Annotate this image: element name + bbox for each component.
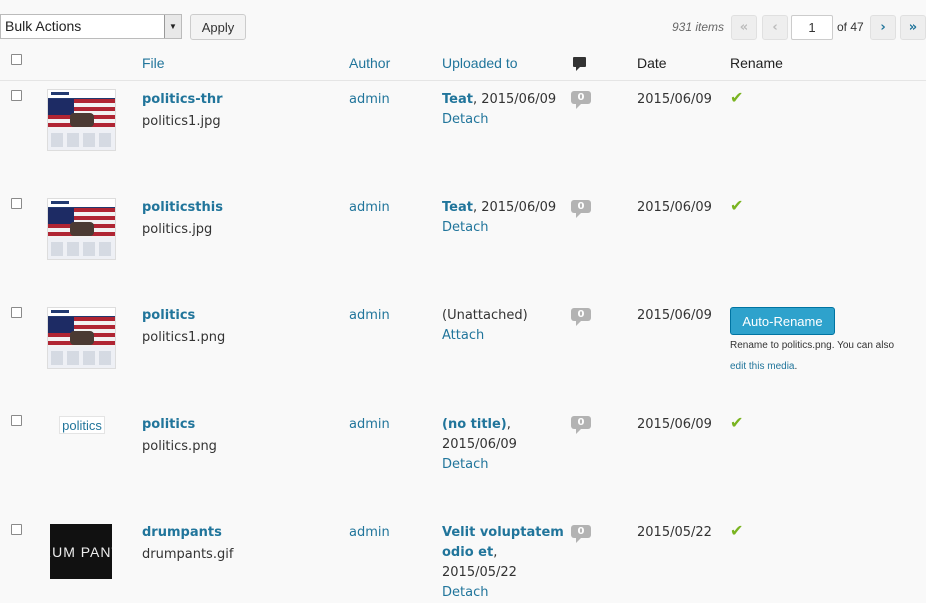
comment-icon[interactable] <box>573 57 586 71</box>
media-filename: drumpants.gif <box>142 547 234 562</box>
author-link[interactable]: admin <box>349 92 390 107</box>
row-checkbox[interactable] <box>11 415 22 426</box>
media-date: 2015/06/09 <box>637 200 712 215</box>
thumbnail-flag <box>48 317 115 347</box>
media-thumbnail-text[interactable]: politics <box>59 416 105 434</box>
parent-post-link[interactable]: Teat <box>442 92 473 107</box>
uploaded-date: , 2015/06/09 <box>472 92 557 107</box>
check-icon: ✔ <box>730 196 744 215</box>
media-thumbnail[interactable] <box>47 198 116 260</box>
row-checkbox[interactable] <box>11 524 22 535</box>
comment-count-badge[interactable]: 0 <box>571 308 591 326</box>
apply-button[interactable]: Apply <box>190 14 246 40</box>
parent-post-link[interactable]: (no title) <box>442 417 507 432</box>
table-header: File Author Uploaded to Date Rename <box>0 50 926 81</box>
media-filename: politics1.jpg <box>142 114 221 129</box>
column-uploaded-to[interactable]: Uploaded to <box>442 55 518 71</box>
prev-page-button[interactable]: ‹ <box>762 15 788 40</box>
media-date: 2015/06/09 <box>637 308 712 323</box>
uploaded-to-cell: (no title), 2015/06/09 Detach <box>442 415 567 475</box>
parent-post-link[interactable]: Velit voluptatem <box>442 525 564 540</box>
rename-note-text: Rename to politics.png. You can also <box>730 340 894 351</box>
bulk-actions-value: Bulk Actions <box>5 18 82 34</box>
last-page-button[interactable]: » <box>900 15 926 40</box>
media-title-link[interactable]: politics <box>142 417 195 432</box>
uploaded-suffix: , <box>506 417 511 432</box>
comment-count-badge[interactable]: 0 <box>571 200 591 218</box>
media-thumbnail[interactable]: RUM PANT <box>50 524 112 579</box>
rename-note-suffix: . <box>794 361 798 372</box>
thumbnail-header <box>48 199 115 208</box>
author-link[interactable]: admin <box>349 308 390 323</box>
uploaded-to-cell: Teat, 2015/06/09 Detach <box>442 198 567 238</box>
row-checkbox[interactable] <box>11 90 22 101</box>
check-icon: ✔ <box>730 88 744 107</box>
comment-count-badge[interactable]: 0 <box>571 91 591 109</box>
current-page-input[interactable]: 1 <box>791 15 833 40</box>
media-filename: politics.png <box>142 439 217 454</box>
check-icon: ✔ <box>730 413 744 432</box>
comment-count-badge[interactable]: 0 <box>571 525 591 543</box>
thumbnail-header <box>48 90 115 99</box>
author-link[interactable]: admin <box>349 525 390 540</box>
row-checkbox[interactable] <box>11 198 22 209</box>
thumbnail-header <box>48 308 115 317</box>
uploaded-to-cell: (Unattached) Attach <box>442 306 567 346</box>
thumbnail-flag <box>48 208 115 238</box>
first-page-button[interactable]: « <box>731 15 757 40</box>
detach-link[interactable]: Detach <box>442 112 488 127</box>
media-title-link[interactable]: politicsthis <box>142 200 223 215</box>
comment-count-badge[interactable]: 0 <box>571 416 591 434</box>
items-count: 931 items <box>672 20 725 34</box>
check-icon: ✔ <box>730 521 744 540</box>
thumbnail-footer <box>51 242 112 256</box>
rename-note: Rename to politics.png. You can also edi… <box>730 335 920 377</box>
thumbnail-flag <box>48 99 115 129</box>
attach-link[interactable]: Attach <box>442 328 484 343</box>
media-title-link[interactable]: politics <box>142 308 195 323</box>
edit-media-link[interactable]: edit this media <box>730 361 794 372</box>
next-page-button[interactable]: › <box>870 15 896 40</box>
author-link[interactable]: admin <box>349 200 390 215</box>
media-thumbnail[interactable] <box>47 89 116 151</box>
media-date: 2015/05/22 <box>637 525 712 540</box>
media-date: 2015/06/09 <box>637 92 712 107</box>
uploaded-date: , 2015/06/09 <box>472 200 557 215</box>
detach-link[interactable]: Detach <box>442 220 488 235</box>
media-thumbnail[interactable] <box>47 307 116 369</box>
select-all-checkbox[interactable] <box>11 54 22 65</box>
thumbnail-footer <box>51 133 112 147</box>
uploaded-to-cell: Teat, 2015/06/09 Detach <box>442 90 567 130</box>
column-date-label[interactable]: Date <box>637 55 667 71</box>
author-link[interactable]: admin <box>349 417 390 432</box>
column-rename: Rename <box>730 55 783 71</box>
parent-post-link[interactable]: Teat <box>442 200 473 215</box>
bulk-actions-select[interactable]: Bulk Actions ▼ <box>0 14 182 39</box>
auto-rename-button[interactable]: Auto-Rename <box>730 307 835 335</box>
media-filename: politics1.png <box>142 330 226 345</box>
total-pages: of 47 <box>837 20 864 34</box>
media-date: 2015/06/09 <box>637 417 712 432</box>
chevron-down-icon[interactable]: ▼ <box>164 15 181 38</box>
column-author[interactable]: Author <box>349 55 390 71</box>
media-title-link[interactable]: politics-thr <box>142 92 223 107</box>
parent-post-link-cont[interactable]: odio et <box>442 545 493 560</box>
detach-link[interactable]: Detach <box>442 585 488 600</box>
column-file[interactable]: File <box>142 55 165 71</box>
detach-link[interactable]: Detach <box>442 457 488 472</box>
media-title-link[interactable]: drumpants <box>142 525 222 540</box>
unattached-label: (Unattached) <box>442 308 528 323</box>
uploaded-to-cell: Velit voluptatem odio et, 2015/05/22 Det… <box>442 523 567 603</box>
tablenav-top: Bulk Actions ▼ Apply 931 items « ‹ 1 of … <box>0 0 926 50</box>
media-filename: politics.jpg <box>142 222 213 237</box>
uploaded-date: 2015/06/09 <box>442 437 517 452</box>
row-checkbox[interactable] <box>11 307 22 318</box>
thumbnail-footer <box>51 351 112 365</box>
